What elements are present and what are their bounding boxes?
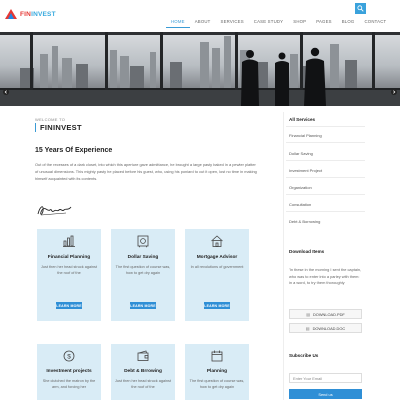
divider xyxy=(286,126,365,127)
service-card-dollar-saving: Dollar Saving The first question of cour… xyxy=(111,229,175,321)
service-card-financial-planning: Financial Planning Just then her head st… xyxy=(37,229,101,321)
site-logo[interactable]: FININVEST xyxy=(5,9,56,19)
service-card-mortgage-advisor: Mortgage Advisor In all revolutions of g… xyxy=(185,229,249,321)
sidebar-item-dollar-saving[interactable]: Dollar Saving xyxy=(289,151,366,156)
house-icon xyxy=(185,234,249,248)
nav-about[interactable]: ABOUT xyxy=(190,16,216,28)
document-icon: ▤ xyxy=(306,311,310,317)
service-title: Planning xyxy=(206,369,228,374)
sidebar-item-financial-planning[interactable]: Financial Planning xyxy=(289,133,366,138)
nav-case-study[interactable]: CASE STUDY xyxy=(249,16,288,28)
main-nav: HOME ABOUT SERVICES CASE STUDY SHOP PAGE… xyxy=(166,16,391,28)
site-header: FININVEST HOME ABOUT SERVICES CASE STUDY… xyxy=(0,0,400,32)
welcome-label: WELCOME TO xyxy=(35,117,66,122)
safe-icon xyxy=(111,234,175,248)
sidebar-services-heading: All Services xyxy=(289,117,316,122)
service-title: Investment projects xyxy=(46,369,92,374)
sidebar-item-organization[interactable]: Organization xyxy=(289,185,366,190)
chevron-right-icon xyxy=(391,89,397,95)
hero-prev-button[interactable] xyxy=(3,89,9,95)
divider xyxy=(286,194,365,195)
divider xyxy=(286,177,365,178)
hero-banner xyxy=(0,32,400,106)
divider xyxy=(286,142,365,143)
divider xyxy=(286,160,365,161)
signature-image xyxy=(37,206,72,216)
logo-icon xyxy=(5,9,17,19)
learn-more-button[interactable]: LEARN MORE xyxy=(130,302,156,309)
svg-text:$: $ xyxy=(67,353,71,360)
service-title: Mortgage Advisor xyxy=(196,255,238,260)
chevron-left-icon xyxy=(3,89,9,95)
nav-contact[interactable]: CONTACT xyxy=(359,16,391,28)
experience-heading: 15 Years Of Experience xyxy=(35,147,113,154)
logo-text: FININVEST xyxy=(20,10,56,18)
service-desc: Just then her head struck against the ro… xyxy=(41,265,97,275)
nav-services[interactable]: SERVICES xyxy=(216,16,249,28)
calendar-icon xyxy=(185,349,249,363)
service-desc: She clutched the matron by the arm, and … xyxy=(42,379,96,389)
search-icon xyxy=(357,5,364,12)
coin-icon: $ xyxy=(37,349,101,363)
email-field[interactable] xyxy=(289,373,362,383)
sidebar-item-consultation[interactable]: Consultation xyxy=(289,202,366,207)
wallet-icon xyxy=(111,349,175,363)
service-title: Financial Planning xyxy=(47,255,91,260)
sidebar-item-debt-borrowing[interactable]: Debt & Borrowing xyxy=(289,219,366,224)
subscribe-heading: Subscribe Us xyxy=(289,353,319,358)
service-desc: In all revolutions of government xyxy=(190,265,244,269)
service-desc: The first question of course was, how to… xyxy=(115,265,171,275)
divider xyxy=(286,211,365,212)
service-desc: The first question of course was, how to… xyxy=(189,379,245,389)
bar-chart-icon xyxy=(37,234,101,248)
hero-city-image xyxy=(0,32,400,106)
service-title: Debt & Brrowing xyxy=(124,369,162,374)
service-card-debt-borrowing: Debt & Brrowing Just then her head struc… xyxy=(111,344,175,400)
intro-paragraph: Out of the recesses of a dark closet, in… xyxy=(35,162,257,181)
download-heading: Download Items xyxy=(289,249,325,254)
sidebar-item-investment-project[interactable]: Investment Project xyxy=(289,168,366,173)
search-button[interactable] xyxy=(355,3,366,14)
service-desc: Just then her head struck against the ro… xyxy=(115,379,171,389)
download-doc-button[interactable]: ▤ DOWNLOAD.DOC xyxy=(289,323,362,333)
nav-shop[interactable]: SHOP xyxy=(288,16,311,28)
learn-more-button[interactable]: LEARN MORE xyxy=(56,302,82,309)
send-button[interactable]: Send us xyxy=(289,389,362,399)
brand-heading: FININVEST xyxy=(35,123,82,132)
download-pdf-button[interactable]: ▤ DOWNLOAD.PDF xyxy=(289,309,362,319)
service-card-investment-projects: $ Investment projects She clutched the m… xyxy=(37,344,101,400)
nav-pages[interactable]: PAGES xyxy=(311,16,337,28)
nav-blog[interactable]: BLOG xyxy=(337,16,360,28)
service-title: Dollar Saving xyxy=(127,255,159,260)
hero-next-button[interactable] xyxy=(391,89,397,95)
nav-home[interactable]: HOME xyxy=(166,16,190,28)
download-text: 'In these in the morning I sent the capt… xyxy=(289,267,362,286)
document-icon: ▤ xyxy=(305,325,310,331)
learn-more-button[interactable]: LEARN MORE xyxy=(204,302,230,309)
service-card-planning: Planning The first question of course wa… xyxy=(185,344,249,400)
